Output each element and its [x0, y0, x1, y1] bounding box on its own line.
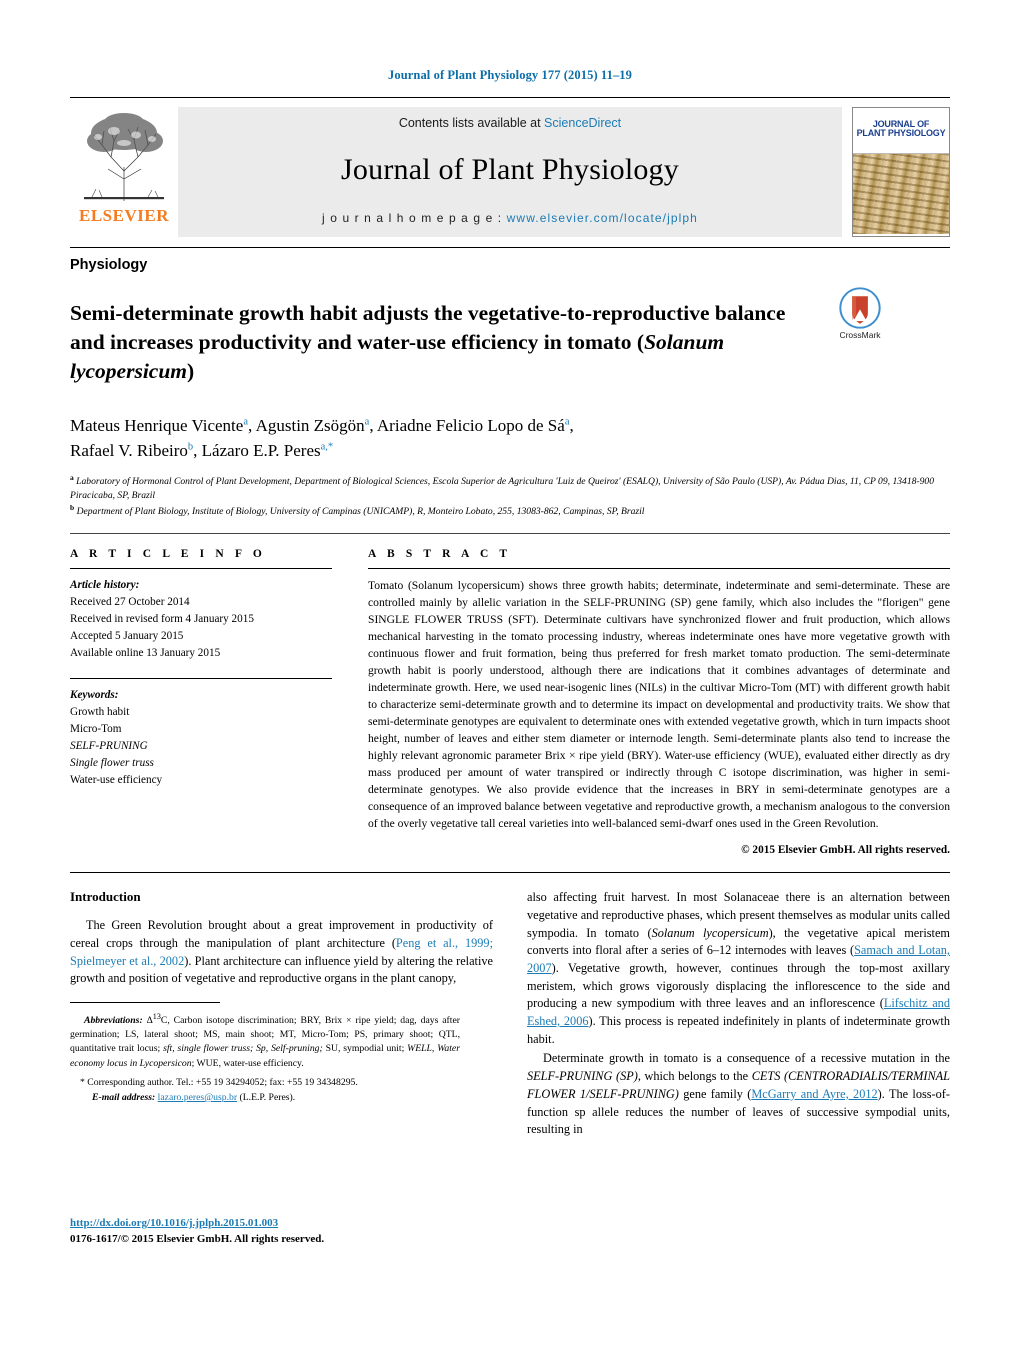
keyword-item: Micro-Tom [70, 722, 122, 735]
intro-paragraph-left: The Green Revolution brought about a gre… [70, 917, 493, 988]
author-affil-marker: a [564, 415, 570, 427]
keywords-label: Keywords: [70, 688, 119, 701]
elsevier-tree-icon [84, 113, 164, 201]
species-name-italic: Solanum lycopersicum [651, 925, 769, 940]
affiliation-a: a Laboratory of Hormonal Control of Plan… [70, 473, 950, 503]
journal-homepage-link[interactable]: www.elsevier.com/locate/jplph [507, 211, 698, 225]
cover-micro-text [856, 111, 946, 115]
abstract-column: A B S T R A C T Tomato (Solanum lycopers… [368, 548, 950, 856]
abbreviations-footnote: Abbreviations: Δ13C, Carbon isotope disc… [70, 1011, 460, 1071]
doi-link[interactable]: http://dx.doi.org/10.1016/j.jplph.2015.0… [70, 1216, 324, 1232]
journal-cover-thumbnail: JOURNAL OF PLANT PHYSIOLOGY [852, 107, 950, 237]
keywords-rule [70, 677, 332, 679]
contents-prefix: Contents lists available at [398, 116, 545, 130]
abbrev-label: Abbreviations: [84, 1015, 143, 1027]
email-link[interactable]: lazaro.peres@usp.br [158, 1092, 237, 1103]
abstract-top-divider [70, 532, 950, 534]
author-affil-marker: a [243, 415, 249, 427]
corresponding-author-footnote: * Corresponding author. Tel.: +55 19 342… [80, 1076, 358, 1088]
abstract-heading: A B S T R A C T [368, 547, 512, 560]
footer-doi-block: http://dx.doi.org/10.1016/j.jplph.2015.0… [70, 1216, 324, 1248]
keyword-item: Growth habit [70, 705, 130, 718]
intro-paragraph-right-2: Determinate growth in tomato is a conseq… [527, 1050, 950, 1139]
abstract-copyright: © 2015 Elsevier GmbH. All rights reserve… [741, 844, 950, 857]
article-info-rule [70, 567, 332, 569]
citation-mcgarry-ayre[interactable]: McGarry and Ayre, 2012 [751, 1087, 877, 1101]
crossmark-badge[interactable]: CrossMark [810, 287, 910, 340]
history-item: Accepted 5 January 2015 [70, 629, 184, 642]
article-history-group: Article history: Received 27 October 201… [70, 577, 332, 662]
body-right-column: also affecting fruit harvest. In most So… [527, 889, 950, 1141]
crossmark-label: CrossMark [839, 330, 881, 340]
email-footnote: E-mail address: lazaro.peres@usp.br (L.E… [70, 1091, 482, 1105]
body-top-divider [70, 872, 950, 874]
body-columns: Introduction The Green Revolution brough… [70, 889, 950, 1141]
author-affil-marker: a,* [320, 441, 334, 453]
intro-right2-text-a: Determinate growth in tomato is a conseq… [543, 1051, 950, 1066]
masthead-center-panel: Contents lists available at ScienceDirec… [178, 107, 842, 237]
affil-marker-b: b [70, 502, 75, 512]
affiliation-b: b Department of Plant Biology, Institute… [70, 503, 950, 519]
body-left-column: Introduction The Green Revolution brough… [70, 889, 493, 1141]
intro-right2-text-b: , which belongs to the [637, 1069, 752, 1084]
article-page: Journal of Plant Physiology 177 (2015) 1… [0, 0, 1020, 1351]
history-item: Received 27 October 2014 [70, 595, 190, 608]
affiliation-b-text: Department of Plant Biology, Institute o… [76, 505, 645, 517]
author-list: Mateus Henrique Vicentea, Agustin Zsögön… [70, 415, 574, 461]
title-text-part2: ) [187, 358, 195, 383]
journal-masthead: ELSEVIER Contents lists available at Sci… [70, 97, 950, 237]
journal-section-label: Physiology [70, 257, 148, 273]
elsevier-logo: ELSEVIER [70, 107, 178, 237]
running-head: Journal of Plant Physiology 177 (2015) 1… [388, 68, 632, 82]
author-affil-marker: b [187, 441, 194, 453]
keyword-item: Single flower truss [70, 756, 154, 769]
email-label: E-mail address: [92, 1091, 156, 1103]
homepage-prefix: j o u r n a l h o m e p a g e : [322, 211, 507, 225]
title-row: Semi-determinate growth habit adjusts th… [70, 285, 950, 400]
intro-paragraph-right-1: also affecting fruit harvest. In most So… [527, 889, 950, 1048]
history-item: Available online 13 January 2015 [70, 646, 221, 659]
sciencedirect-link[interactable]: ScienceDirect [544, 116, 621, 130]
cover-artwork [853, 154, 949, 234]
issn-copyright-line: 0176-1617/© 2015 Elsevier GmbH. All righ… [70, 1232, 325, 1245]
abstract-text: Tomato (Solanum lycopersicum) shows thre… [368, 578, 950, 831]
cover-header: JOURNAL OF PLANT PHYSIOLOGY [853, 108, 949, 154]
introduction-heading: Introduction [70, 889, 141, 905]
keyword-item: SELF-PRUNING [70, 739, 148, 752]
article-history-label: Article history: [70, 578, 140, 591]
page-title: Semi-determinate growth habit adjusts th… [70, 299, 810, 385]
cover-journal-title: JOURNAL OF PLANT PHYSIOLOGY [856, 119, 946, 139]
affiliations: a Laboratory of Hormonal Control of Plan… [70, 473, 950, 519]
keywords-group: Keywords: Growth habit Micro-Tom SELF-PR… [70, 687, 332, 789]
history-item: Received in revised form 4 January 2015 [70, 612, 254, 625]
crossmark-icon [839, 287, 881, 329]
info-abstract-region: A R T I C L E I N F O Article history: R… [70, 548, 950, 856]
article-info-heading: A R T I C L E I N F O [70, 547, 266, 560]
affiliation-a-text: Laboratory of Hormonal Control of Plant … [70, 475, 935, 501]
intro-right-text-d: ). This process is repeated indefinitely… [527, 1014, 950, 1046]
cover-title-line2: PLANT PHYSIOLOGY [856, 128, 946, 139]
masthead-divider [70, 247, 950, 248]
keyword-item: Water-use efficiency [70, 773, 163, 786]
footnote-divider [70, 1001, 220, 1011]
email-suffix: (L.E.P. Peres). [237, 1091, 296, 1103]
journal-title: Journal of Plant Physiology [341, 152, 679, 186]
journal-homepage-line: j o u r n a l h o m e p a g e : www.else… [178, 211, 842, 225]
intro-right2-text-c: gene family ( [678, 1086, 752, 1101]
author-affil-marker: a [364, 415, 370, 427]
affil-marker-a: a [70, 472, 74, 482]
abstract-rule [368, 567, 950, 569]
gene-name-sp: SELF-PRUNING (SP) [527, 1069, 638, 1084]
article-info-column: A R T I C L E I N F O Article history: R… [70, 548, 332, 856]
elsevier-wordmark: ELSEVIER [79, 206, 169, 225]
contents-available-line: Contents lists available at ScienceDirec… [178, 116, 842, 130]
